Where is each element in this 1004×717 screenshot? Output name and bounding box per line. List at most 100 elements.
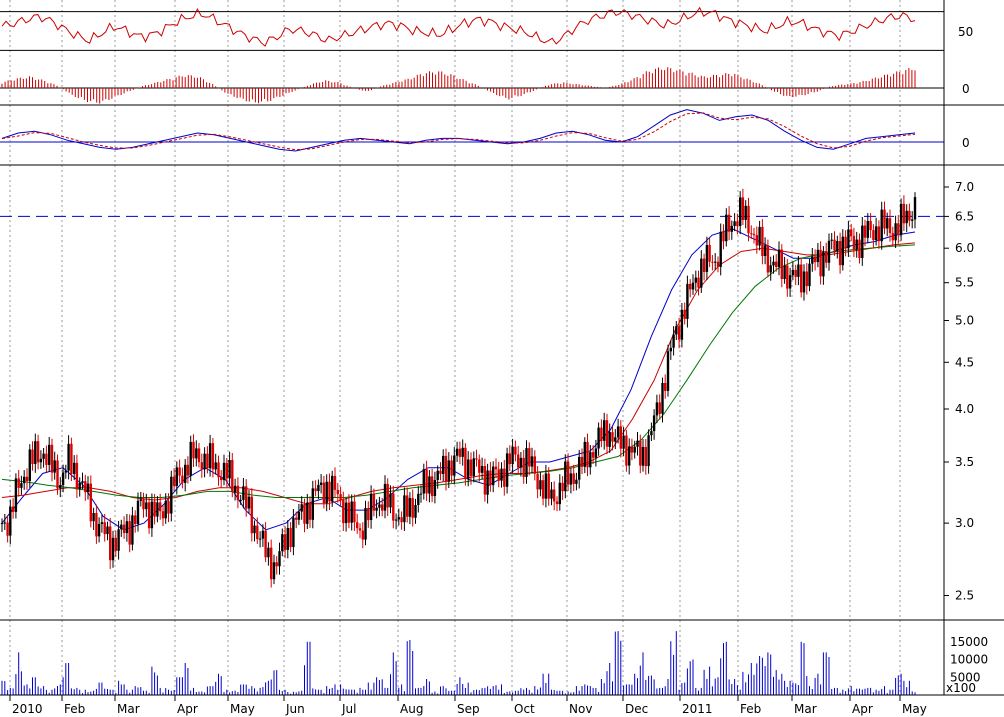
candle-body <box>184 464 187 483</box>
candle-body <box>414 505 417 518</box>
candle-body <box>800 264 803 293</box>
candle-body <box>883 209 886 229</box>
candle-body <box>289 528 292 548</box>
candle-body <box>203 453 206 470</box>
candle-body <box>819 249 822 277</box>
candle-body <box>386 483 389 508</box>
volume-tick-label: 15000 <box>950 635 988 649</box>
candle-body <box>644 447 647 467</box>
candle-body <box>86 483 90 493</box>
candle-body <box>578 456 581 480</box>
candle-body <box>683 309 686 319</box>
candle-body <box>553 489 556 502</box>
candle-body <box>536 473 539 490</box>
candle-body <box>464 447 467 480</box>
candle-body <box>111 537 115 561</box>
candle-body <box>61 472 65 485</box>
month-tick-label: Aug <box>400 702 423 716</box>
candle-body <box>92 513 95 522</box>
candle-body <box>719 231 722 267</box>
candle-body <box>222 462 226 481</box>
candle-body <box>544 473 548 499</box>
candle-body <box>192 441 195 459</box>
candle-body <box>755 235 758 246</box>
candle-body <box>392 493 395 521</box>
candle-body <box>147 502 151 529</box>
candle-body <box>811 256 814 264</box>
candle-body <box>539 480 542 490</box>
candle-body <box>136 500 140 524</box>
candle-body <box>292 517 295 548</box>
candle-body <box>725 214 728 242</box>
month-tick-label: Feb <box>64 702 85 716</box>
price-tick-label: 6.5 <box>955 209 974 223</box>
candle-body <box>736 221 739 226</box>
candle-body <box>836 241 839 251</box>
candle-body <box>625 435 628 466</box>
candle-body <box>708 245 711 262</box>
candle-body <box>142 499 145 510</box>
candle-body <box>56 460 59 489</box>
candle-body <box>34 441 37 464</box>
candle-body <box>433 480 437 496</box>
oscillator-tick-label: 0 <box>962 136 970 150</box>
candle-body <box>564 461 567 492</box>
candle-body <box>500 468 503 481</box>
candle-body <box>503 468 506 487</box>
candle-body <box>278 551 281 567</box>
candle-body <box>53 460 56 473</box>
price-tick-label: 6.0 <box>955 241 974 255</box>
candle-body <box>594 448 598 458</box>
candle-body <box>333 475 337 490</box>
candle-body <box>436 470 439 480</box>
candle-body <box>225 462 228 479</box>
candle-body <box>861 225 864 258</box>
candle-body <box>750 233 753 235</box>
candle-body <box>841 236 844 266</box>
candle-body <box>492 466 495 486</box>
month-tick-label: Feb <box>740 702 761 716</box>
candle-body <box>586 442 589 468</box>
candle-body <box>403 495 406 523</box>
candle-body <box>689 283 692 290</box>
candle-body <box>855 239 858 250</box>
candle-body <box>89 483 92 522</box>
volume-multiplier-label: x100 <box>946 681 976 695</box>
candle-body <box>186 464 190 476</box>
candle-body <box>200 462 203 470</box>
candle-body <box>716 261 720 267</box>
candle-body <box>783 265 786 279</box>
candle-body <box>686 283 689 319</box>
candle-body <box>805 271 808 287</box>
candle-body <box>114 537 117 551</box>
candle-body <box>250 496 253 534</box>
candle-body <box>67 443 70 471</box>
candle-body <box>48 444 51 465</box>
candle-body <box>669 347 672 352</box>
candle-body <box>802 271 806 293</box>
candle-body <box>239 499 242 501</box>
candle-body <box>36 441 40 463</box>
candle-body <box>494 466 498 470</box>
candle-body <box>547 473 550 499</box>
candle-body <box>394 519 398 521</box>
candle-body <box>786 265 789 289</box>
candle-body <box>103 522 106 535</box>
candle-body <box>611 432 614 442</box>
candle-body <box>286 528 289 550</box>
candle-body <box>744 205 747 220</box>
candle-body <box>650 431 653 436</box>
candle-body <box>383 483 387 511</box>
candle-body <box>700 258 703 288</box>
candle-body <box>525 448 528 477</box>
price-tick-label: 5.5 <box>955 276 974 290</box>
candle-body <box>530 456 534 467</box>
candle-body <box>20 483 23 488</box>
candle-body <box>469 459 473 476</box>
candle-body <box>306 502 309 524</box>
candle-body <box>777 249 781 267</box>
candle-body <box>691 282 695 290</box>
candle-body <box>220 477 223 481</box>
candle-body <box>211 443 215 470</box>
candle-body <box>808 263 811 287</box>
